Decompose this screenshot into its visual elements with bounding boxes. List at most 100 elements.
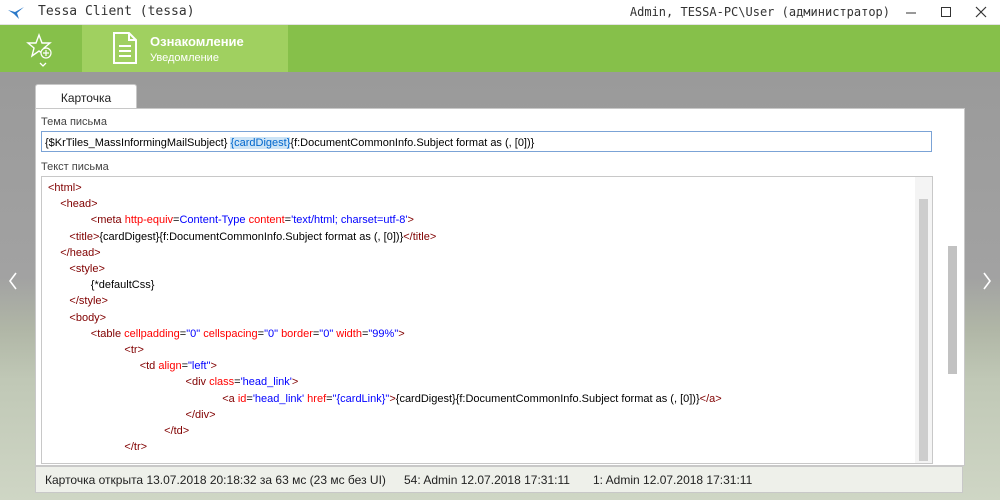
code-token: class xyxy=(209,376,235,389)
code-token: "left" xyxy=(188,360,211,373)
code-token: </head> xyxy=(60,246,101,259)
card-scrollbar-thumb[interactable] xyxy=(948,246,957,374)
close-button[interactable] xyxy=(966,0,996,24)
tab-card[interactable]: Карточка xyxy=(35,84,137,110)
code-token: 'head_link' xyxy=(252,392,308,405)
status-created: 1: Admin 12.07.2018 17:31:11 xyxy=(593,473,753,487)
subject-text-before: {$KrTiles_MassInformingMailSubject} xyxy=(45,137,231,149)
window-titlebar: Tessa Client (tessa) Admin, TESSA-PC\Use… xyxy=(0,0,1000,25)
code-token: 'text/html; charset=utf-8' xyxy=(291,214,408,227)
card-scrollbar[interactable] xyxy=(945,118,960,462)
code-line: <style> xyxy=(48,261,722,277)
code-token: "0" xyxy=(186,327,204,340)
close-icon xyxy=(975,6,987,18)
subject-field[interactable]: {$KrTiles_MassInformingMailSubject} {car… xyxy=(41,131,932,152)
code-token: <html> xyxy=(48,182,82,194)
code-line: </td> xyxy=(48,423,722,439)
document-icon xyxy=(110,31,140,70)
editor-scrollbar[interactable] xyxy=(915,177,932,463)
code-token: <tr> xyxy=(124,344,144,357)
code-token: cellspacing xyxy=(203,327,258,340)
code-token: <style> xyxy=(69,263,105,276)
code-token: </div> xyxy=(185,408,216,421)
code-token: > xyxy=(407,214,414,227)
chevron-right-icon xyxy=(983,272,991,290)
code-token: <td xyxy=(139,360,159,373)
code-line: </style> xyxy=(48,293,722,309)
code-line: <body> xyxy=(48,310,722,326)
code-token: href xyxy=(307,392,327,405)
code-token: > xyxy=(398,327,405,340)
code-token: > xyxy=(291,376,299,389)
code-line: <td align="left"> xyxy=(48,358,722,374)
tile-title: Ознакомление xyxy=(150,34,244,49)
active-tile[interactable]: Ознакомление Уведомление xyxy=(82,25,288,72)
code-token: "0" xyxy=(319,327,337,340)
code-token: Content-Type xyxy=(179,214,249,227)
code-token: align xyxy=(158,360,182,373)
code-token: </style> xyxy=(69,295,108,308)
favorites-button[interactable] xyxy=(26,32,60,68)
code-token: "99%" xyxy=(368,327,399,340)
code-line: <head> xyxy=(48,196,722,212)
code-token: width xyxy=(336,327,362,340)
code-token: {cardDigest}{f:DocumentCommonInfo.Subjec… xyxy=(99,230,404,243)
code-token: <body> xyxy=(69,311,107,324)
body-code: <html> <head> <meta http-equiv=Content-T… xyxy=(48,180,722,455)
code-line: </head> xyxy=(48,245,722,261)
current-user: Admin, TESSA-PC\User (администратор) xyxy=(629,5,890,19)
code-token: </a> xyxy=(699,392,722,405)
maximize-button[interactable] xyxy=(931,0,961,24)
code-token: content xyxy=(248,214,285,227)
code-token: </title> xyxy=(403,230,437,243)
subject-selected-text: {cardDigest} xyxy=(230,137,291,149)
code-line: </div> xyxy=(48,407,722,423)
code-line: <div class='head_link'> xyxy=(48,374,722,390)
code-line: <html> xyxy=(48,180,722,196)
maximize-icon xyxy=(941,7,951,17)
code-token: <head> xyxy=(60,198,98,211)
minimize-button[interactable] xyxy=(896,0,926,24)
code-token: 'head_link' xyxy=(240,376,292,389)
code-token: <div xyxy=(185,376,210,389)
subject-text-after: {f:DocumentCommonInfo.Subject format as … xyxy=(290,137,535,149)
code-token: cellpadding xyxy=(124,327,180,340)
subject-label: Тема письма xyxy=(41,116,107,128)
code-token: border xyxy=(281,327,313,340)
window-title: Tessa Client (tessa) xyxy=(38,4,195,19)
code-token: </td> xyxy=(164,425,190,438)
nav-right-button[interactable] xyxy=(974,72,1000,500)
body-editor[interactable]: <html> <head> <meta http-equiv=Content-T… xyxy=(41,176,933,464)
status-version: 54: Admin 12.07.2018 17:31:11 xyxy=(404,473,570,487)
code-token: {cardDigest}{f:DocumentCommonInfo.Subjec… xyxy=(395,392,700,405)
code-line: <meta http-equiv=Content-Type content='t… xyxy=(48,212,722,228)
code-line: <table cellpadding="0" cellspacing="0" b… xyxy=(48,326,722,342)
code-token: http-equiv xyxy=(124,214,174,227)
body-label: Текст письма xyxy=(41,161,109,173)
editor-scrollbar-thumb[interactable] xyxy=(919,199,928,461)
tile-subtitle: Уведомление xyxy=(150,52,219,64)
code-token: </tr> xyxy=(124,441,148,454)
code-token: <title> xyxy=(69,230,100,243)
nav-left-button[interactable] xyxy=(0,72,26,500)
chevron-left-icon xyxy=(9,272,17,290)
status-bar: Карточка открыта 13.07.2018 20:18:32 за … xyxy=(35,466,963,493)
chevron-down-icon xyxy=(39,62,47,67)
code-token: <table xyxy=(90,327,125,340)
code-line: <title>{cardDigest}{f:DocumentCommonInfo… xyxy=(48,229,722,245)
